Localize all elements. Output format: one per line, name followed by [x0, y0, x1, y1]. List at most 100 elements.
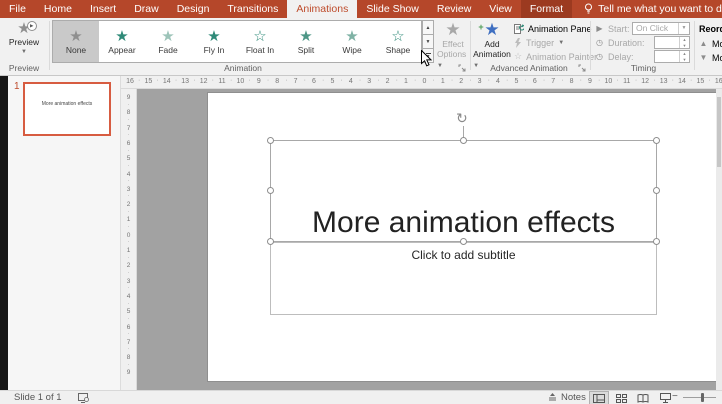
group-separator — [49, 21, 50, 70]
move-later-label: Move Later — [712, 53, 722, 63]
tab-insert[interactable]: Insert — [81, 0, 125, 18]
ruler-dot: · — [128, 239, 130, 245]
display-settings-icon[interactable] — [78, 393, 90, 403]
ruler-tick: 4 — [127, 293, 131, 300]
tell-me-label: Tell me what you want to do — [598, 3, 722, 15]
ruler-tick: 2 — [386, 78, 390, 85]
tab-slide-show[interactable]: Slide Show — [357, 0, 428, 18]
normal-view-button[interactable] — [590, 392, 608, 404]
notes-button[interactable]: Notes — [548, 391, 586, 404]
delay-spinner[interactable]: ▲▼ — [654, 50, 690, 63]
tab-animations[interactable]: Animations — [287, 0, 357, 18]
ruler-dot: · — [432, 77, 434, 84]
gallery-item-label: Fade — [158, 45, 177, 55]
selection-handle-top-left[interactable] — [267, 137, 274, 144]
selection-handle-bottom-right[interactable] — [653, 238, 660, 245]
ruler-dot: · — [708, 77, 710, 84]
tab-format[interactable]: Format — [521, 0, 572, 18]
animation-dialog-launcher[interactable] — [458, 64, 466, 72]
zoom-slider-handle[interactable] — [701, 393, 704, 402]
ruler-tick: 7 — [551, 78, 555, 85]
slide-sorter-icon — [616, 394, 627, 403]
duration-spinner[interactable]: ▲▼ — [654, 36, 690, 49]
gallery-scroll-up-button[interactable]: ▲ — [422, 20, 434, 35]
tab-transitions[interactable]: Transitions — [218, 0, 287, 18]
gallery-scroll-down-button[interactable]: ▼ — [422, 34, 434, 49]
duration-spin-buttons[interactable]: ▲▼ — [679, 37, 689, 48]
reading-view-button[interactable] — [634, 392, 652, 404]
delay-spin-buttons[interactable]: ▲▼ — [679, 51, 689, 62]
ruler-tick: 4 — [496, 78, 500, 85]
start-combobox[interactable]: On Click ▼ — [632, 22, 690, 35]
subtitle-placeholder[interactable]: Click to add subtitle — [270, 242, 657, 315]
gallery-item-appear[interactable]: ★Appear — [99, 21, 145, 62]
animation-star-icon: ★ — [115, 28, 128, 45]
rotate-handle-icon[interactable]: ↻ — [456, 110, 468, 127]
start-dropdown-caret[interactable]: ▼ — [678, 23, 689, 34]
tell-me-box[interactable]: Tell me what you want to do — [572, 0, 722, 18]
ruler-tick: 12 — [641, 78, 649, 85]
gallery-item-float-in[interactable]: ☆Float In — [237, 21, 283, 62]
trigger-button[interactable]: Trigger ▼ — [514, 36, 564, 49]
tab-view[interactable]: View — [480, 0, 521, 18]
ruler-tick: 0 — [422, 78, 426, 85]
ruler-tick: 16 — [126, 78, 134, 85]
animation-pane-button[interactable]: Animation Pane — [514, 22, 592, 35]
selection-handle-top-right[interactable] — [653, 137, 660, 144]
slide-thumbnail[interactable]: More animation effects — [23, 82, 111, 136]
animation-painter-button[interactable]: ☆ Animation Painter — [514, 50, 597, 63]
ruler-dot: · — [653, 77, 655, 84]
gallery-item-split[interactable]: ★Split — [283, 21, 329, 62]
advanced-animation-dialog-launcher[interactable] — [578, 64, 586, 72]
gallery-item-none[interactable]: ★None — [53, 21, 99, 62]
mouse-cursor — [421, 50, 432, 67]
gallery-item-fly-in[interactable]: ★Fly In — [191, 21, 237, 62]
preview-button[interactable]: ★ ▶ Preview ▼ — [2, 20, 46, 57]
ruler-tick: 1 — [127, 247, 131, 254]
selection-handle-top-middle[interactable] — [460, 137, 467, 144]
ruler-tick: 0 — [127, 232, 131, 239]
tab-home[interactable]: Home — [35, 0, 81, 18]
tab-design[interactable]: Design — [168, 0, 219, 18]
scrollbar-thumb[interactable] — [717, 97, 721, 167]
slide-sorter-view-button[interactable] — [612, 392, 630, 404]
ruler-dot: · — [156, 77, 158, 84]
selection-handle-middle-right[interactable] — [653, 187, 660, 194]
ruler-dot: · — [267, 77, 269, 84]
gallery-item-shape[interactable]: ☆Shape — [375, 21, 421, 62]
ruler-dot: · — [128, 301, 130, 307]
ruler-vertical: 9·8·7·6·5·4·3·2·1·0·1·2·3·4·5·6·7·8·9 — [121, 89, 137, 390]
ruler-tick: 5 — [127, 308, 131, 315]
tab-file[interactable]: File — [0, 0, 35, 18]
ruler-dot: · — [128, 224, 130, 230]
tab-review[interactable]: Review — [428, 0, 480, 18]
move-earlier-icon: ▲ — [699, 39, 708, 48]
ruler-dot: · — [469, 77, 471, 84]
selection-handle-bottom-left[interactable] — [267, 238, 274, 245]
gallery-item-fade[interactable]: ★Fade — [145, 21, 191, 62]
gallery-item-wipe[interactable]: ★Wipe — [329, 21, 375, 62]
duration-row: ◷ Duration: — [595, 36, 645, 49]
title-placeholder[interactable]: More animation effects — [270, 140, 657, 242]
zoom-slider-track[interactable] — [683, 397, 716, 398]
ruler-tick: 2 — [127, 201, 131, 208]
tab-draw[interactable]: Draw — [125, 0, 168, 18]
vertical-scrollbar[interactable] — [716, 89, 722, 390]
ruler-dot: · — [451, 77, 453, 84]
gallery-item-label: Fly In — [204, 45, 225, 55]
ruler-dot: · — [230, 77, 232, 84]
group-label-timing: Timing — [595, 63, 692, 73]
move-later-button[interactable]: ▼ Move Later — [699, 51, 722, 64]
ruler-dot: · — [128, 255, 130, 261]
normal-view-icon — [593, 394, 605, 403]
slide-thumbnail-panel: 1 More animation effects — [8, 76, 121, 390]
ruler-tick: 6 — [312, 78, 316, 85]
ruler-dot: · — [128, 102, 130, 108]
zoom-out-button[interactable]: − — [672, 391, 678, 403]
ruler-dot: · — [635, 77, 637, 84]
ruler-tick: 10 — [604, 78, 612, 85]
animation-star-icon: ☆ — [253, 28, 266, 45]
selection-handle-middle-left[interactable] — [267, 187, 274, 194]
move-earlier-button[interactable]: ▲ Move Earlier — [699, 37, 722, 50]
selection-handle-bottom-middle[interactable] — [460, 238, 467, 245]
